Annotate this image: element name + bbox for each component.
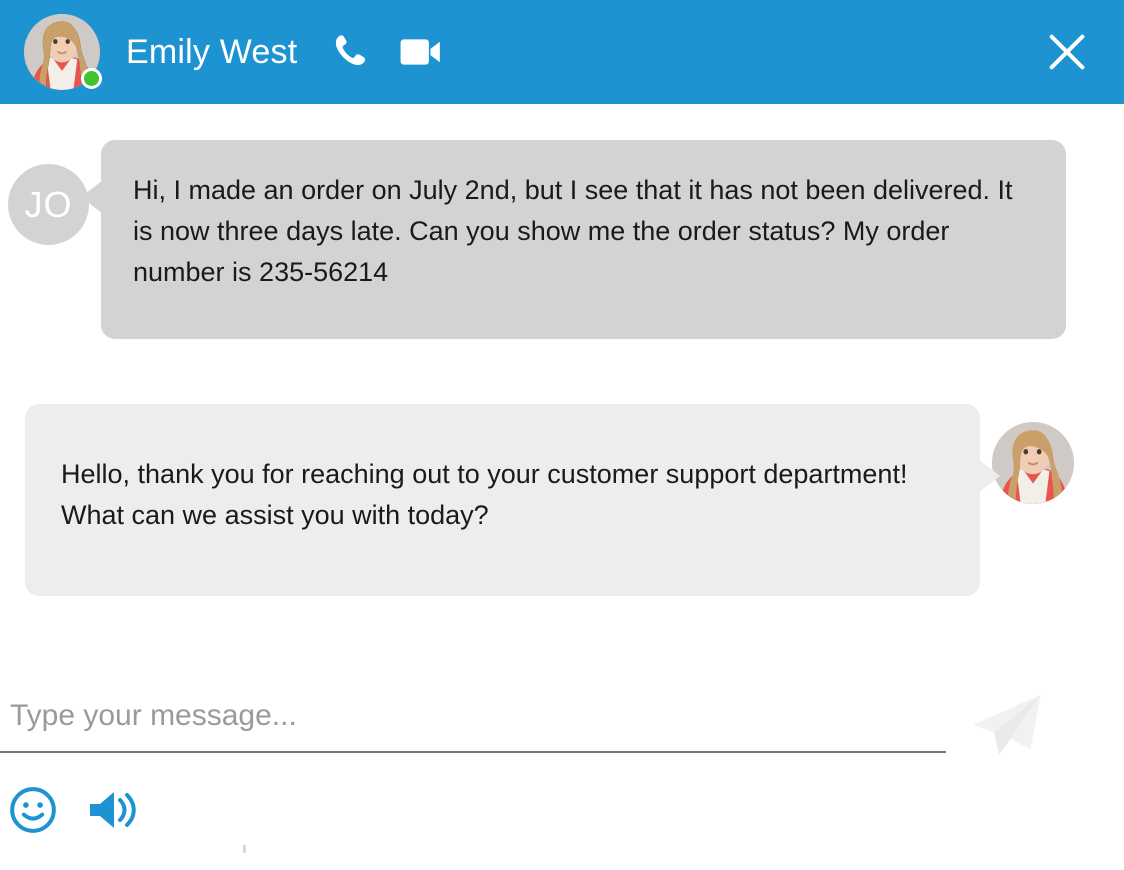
- chat-widget: Emily West JO: [0, 0, 1124, 870]
- send-paper-plane-icon[interactable]: [964, 687, 1050, 765]
- page-artifact-mark: [243, 845, 246, 853]
- emoji-smiley-icon[interactable]: [8, 785, 58, 835]
- video-camera-icon[interactable]: [399, 32, 443, 72]
- bubble-tail-left: [81, 180, 103, 214]
- composer-tools: [8, 785, 138, 835]
- composer-input-row: [0, 687, 1124, 765]
- chat-header: Emily West: [0, 0, 1124, 104]
- online-status-dot: [81, 68, 102, 89]
- composer: [0, 660, 1124, 870]
- close-icon[interactable]: [1040, 25, 1094, 79]
- message-row-outgoing: Hello, thank you for reaching out to you…: [0, 404, 1124, 596]
- contact-name: Emily West: [126, 33, 297, 72]
- phone-call-icon[interactable]: [331, 31, 373, 73]
- incoming-message-text: Hi, I made an order on July 2nd, but I s…: [101, 140, 1066, 339]
- message-row-incoming: JO Hi, I made an order on July 2nd, but …: [0, 140, 1066, 339]
- incoming-bubble-wrap: Hi, I made an order on July 2nd, but I s…: [101, 140, 1066, 339]
- bubble-tail-right: [978, 459, 1000, 493]
- header-actions: [331, 31, 443, 73]
- message-input[interactable]: [0, 699, 946, 753]
- message-list: JO Hi, I made an order on July 2nd, but …: [0, 104, 1124, 660]
- agent-photo-avatar: [992, 422, 1074, 504]
- header-avatar: [24, 14, 100, 90]
- outgoing-bubble-wrap: Hello, thank you for reaching out to you…: [25, 404, 980, 596]
- sound-speaker-icon[interactable]: [86, 785, 138, 835]
- customer-initials-avatar: JO: [8, 164, 89, 245]
- outgoing-message-text: Hello, thank you for reaching out to you…: [25, 404, 980, 596]
